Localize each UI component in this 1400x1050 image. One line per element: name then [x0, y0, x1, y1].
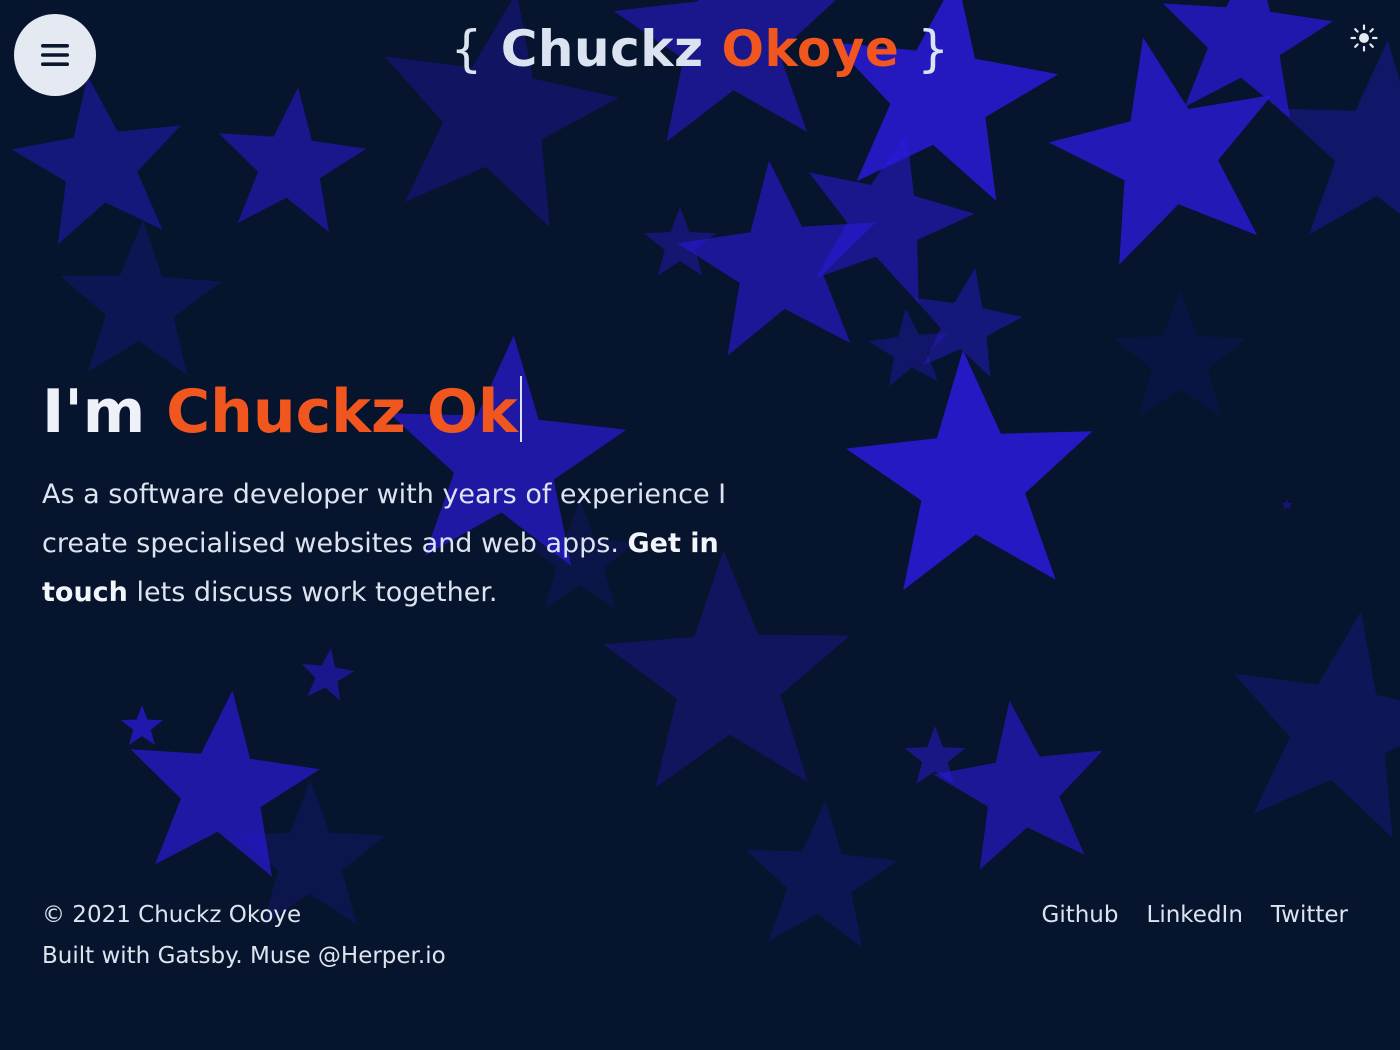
- credit-text: Built with Gatsby. Muse @Herper.io: [42, 943, 446, 969]
- background-star: [60, 220, 222, 376]
- background-star: [643, 207, 717, 276]
- copyright-text: © 2021 Chuckz Okoye: [42, 902, 302, 928]
- sun-icon: [1350, 24, 1378, 52]
- background-star: [218, 87, 367, 233]
- hero-greeting: I'm: [42, 377, 146, 447]
- hero-heading: I'm Chuckz Ok: [42, 372, 842, 452]
- hero-description-start: As a software developer with years of ex…: [42, 479, 727, 559]
- portfolio-page: { Chuckz Okoye } I'm Chuckz Ok As a soft…: [0, 0, 1400, 1050]
- social-links: Github LinkedIn Twitter: [1042, 895, 1349, 936]
- background-star: [301, 648, 355, 701]
- background-star: [913, 267, 1023, 378]
- background-star: [1281, 499, 1293, 510]
- github-link[interactable]: Github: [1042, 895, 1119, 936]
- background-star: [845, 350, 1093, 591]
- logo-last-name: Okoye: [721, 20, 900, 78]
- background-star: [1113, 290, 1247, 417]
- hero-description: As a software developer with years of ex…: [42, 470, 812, 617]
- logo-open-brace: {: [450, 20, 483, 78]
- hero-section: I'm Chuckz Ok As a software developer wi…: [42, 372, 842, 617]
- logo-close-brace: }: [917, 20, 950, 78]
- footer-info: © 2021 Chuckz Okoye Built with Gatsby. M…: [42, 895, 446, 977]
- background-star: [121, 705, 163, 745]
- hero-typed-name: Chuckz Ok: [166, 377, 518, 447]
- typing-cursor: [519, 376, 522, 442]
- background-star: [11, 75, 181, 245]
- background-star: [1234, 611, 1400, 838]
- twitter-link[interactable]: Twitter: [1271, 895, 1348, 936]
- hero-description-end: lets discuss work together.: [136, 577, 498, 608]
- linkedin-link[interactable]: LinkedIn: [1147, 895, 1243, 936]
- background-star: [745, 800, 898, 948]
- logo-first-name: Chuckz: [500, 20, 704, 78]
- background-star: [933, 700, 1103, 870]
- theme-toggle-button[interactable]: [1350, 24, 1378, 52]
- site-logo[interactable]: { Chuckz Okoye }: [0, 20, 1400, 78]
